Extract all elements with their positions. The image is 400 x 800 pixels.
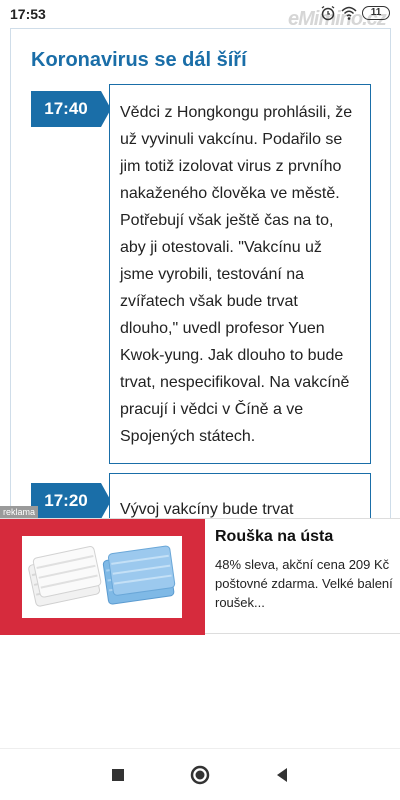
- ad-title[interactable]: Rouška na ústa: [215, 528, 333, 546]
- wifi-icon: [341, 6, 357, 20]
- ad-image-panel[interactable]: [0, 519, 205, 635]
- home-button[interactable]: [188, 763, 212, 787]
- entry-text: Vědci z Hongkongu prohlásili, že už vyvi…: [120, 104, 353, 445]
- entry-text: Vývoj vakcíny bude trvat: [120, 501, 294, 518]
- ad-description-line: roušek...: [215, 595, 265, 610]
- entry-time-flag: 17:40: [31, 91, 111, 127]
- entry-box: Vývoj vakcíny bude trvat: [109, 473, 371, 518]
- entry-time: 17:20: [44, 491, 88, 510]
- ad-description[interactable]: 48% sleva, akční cena 209 Kč poštovné zd…: [215, 555, 400, 612]
- ad-description-line: poštovné zdarma. Velké balení: [215, 576, 393, 591]
- status-time: 17:53: [10, 6, 46, 22]
- entry-time-flag: 17:20: [31, 483, 111, 518]
- alarm-icon: [321, 5, 335, 21]
- entry-box: Vědci z Hongkongu prohlásili, že už vyvi…: [109, 84, 371, 464]
- navigation-bar: [0, 748, 400, 800]
- recent-apps-button[interactable]: [106, 763, 130, 787]
- back-button[interactable]: [270, 763, 294, 787]
- face-masks-icon: [28, 545, 176, 607]
- status-icons: 11: [320, 5, 390, 21]
- face-mask-image[interactable]: [22, 536, 182, 618]
- ad-description-line: 48% sleva, akční cena 209 Kč: [215, 557, 390, 572]
- section-title: Koronavirus se dál šíří: [31, 49, 247, 71]
- status-bar: 17:53 eMimino.cz 11: [0, 0, 400, 30]
- live-feed: Koronavirus se dál šíří 17:40 Vědci z Ho…: [10, 28, 391, 518]
- ad-banner[interactable]: Rouška na ústa 48% sleva, akční cena 209…: [0, 518, 400, 635]
- ad-label: reklama: [0, 506, 39, 518]
- battery-icon: 11: [362, 6, 390, 20]
- entry-time: 17:40: [44, 99, 88, 118]
